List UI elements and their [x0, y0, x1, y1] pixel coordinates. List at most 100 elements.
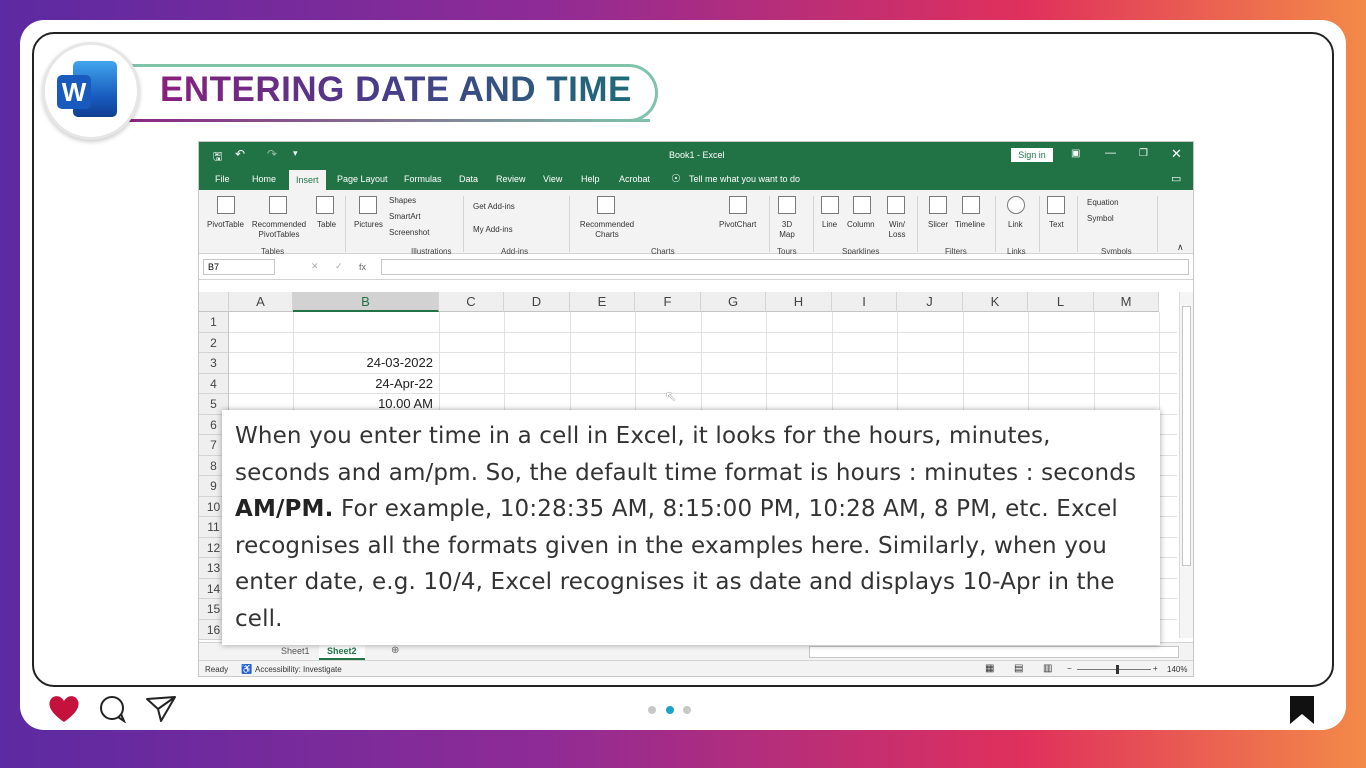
pagination-dot-1[interactable] [648, 706, 656, 714]
horizontal-scrollbar[interactable] [809, 646, 1179, 658]
close-icon[interactable]: ✕ [1171, 146, 1182, 162]
pagination-dot-2[interactable] [666, 706, 674, 714]
row-header[interactable]: 2 [199, 332, 229, 353]
pictures-icon[interactable] [359, 196, 377, 214]
comments-icon[interactable]: ▭ [1171, 172, 1181, 185]
link-button[interactable]: Link [1008, 220, 1023, 229]
vertical-scroll-thumb[interactable] [1182, 306, 1191, 566]
sparkline-line-icon[interactable] [821, 196, 839, 214]
cell-b3[interactable]: 24-03-2022 [293, 353, 437, 373]
text-button[interactable]: Text [1049, 220, 1064, 229]
column-header-a[interactable]: A [229, 292, 293, 312]
menu-formulas[interactable]: Formulas [404, 174, 442, 184]
zoom-level[interactable]: 140% [1167, 665, 1187, 674]
recommended-pivottables-icon[interactable] [269, 196, 287, 214]
recommended-charts-icon[interactable] [597, 196, 615, 214]
column-header-m[interactable]: M [1094, 292, 1159, 312]
menu-view[interactable]: View [543, 174, 562, 184]
zoom-out-icon[interactable]: − [1067, 664, 1072, 673]
add-sheet-icon[interactable]: ⊕ [391, 645, 399, 656]
normal-view-icon[interactable]: ▦ [985, 663, 994, 674]
restore-icon[interactable]: ❐ [1139, 148, 1148, 159]
row-header[interactable]: 3 [199, 353, 229, 374]
slicer-icon[interactable] [929, 196, 947, 214]
sparkline-winloss-button[interactable]: Win/ Loss [885, 220, 909, 240]
zoom-slider-handle[interactable] [1116, 665, 1119, 674]
zoom-in-icon[interactable]: + [1153, 664, 1158, 673]
symbol-button[interactable]: Symbol [1087, 214, 1114, 223]
send-icon[interactable] [145, 695, 177, 723]
formula-input[interactable] [381, 259, 1189, 275]
sparkline-winloss-icon[interactable] [887, 196, 905, 214]
equation-button[interactable]: Equation [1087, 198, 1119, 207]
text-icon[interactable] [1047, 196, 1065, 214]
3d-map-button[interactable]: 3D Map [775, 220, 799, 240]
smartart-button[interactable]: SmartArt [389, 212, 421, 221]
timeline-icon[interactable] [962, 196, 980, 214]
sheet-tab-2[interactable]: Sheet2 [319, 643, 365, 660]
select-all-corner[interactable] [199, 292, 229, 312]
undo-icon[interactable]: ↶ [235, 147, 245, 161]
link-icon[interactable] [1007, 196, 1025, 214]
table-icon[interactable] [316, 196, 334, 214]
sparkline-line-button[interactable]: Line [822, 220, 837, 229]
page-break-view-icon[interactable]: ▥ [1043, 663, 1052, 674]
confirm-entry-icon[interactable]: ✓ [335, 261, 343, 272]
menu-acrobat[interactable]: Acrobat [619, 174, 650, 184]
sparkline-column-icon[interactable] [853, 196, 871, 214]
shapes-button[interactable]: Shapes [389, 196, 416, 205]
sign-in-button[interactable]: Sign in [1011, 148, 1053, 162]
menu-data[interactable]: Data [459, 174, 478, 184]
column-header-b[interactable]: B [293, 292, 439, 312]
column-header-l[interactable]: L [1028, 292, 1094, 312]
pictures-button[interactable]: Pictures [354, 220, 383, 229]
my-addins-button[interactable]: My Add-ins [473, 225, 513, 234]
menu-help[interactable]: Help [581, 174, 600, 184]
zoom-slider[interactable] [1077, 669, 1151, 670]
pivottable-button[interactable]: PivotTable [207, 220, 244, 229]
menu-page-layout[interactable]: Page Layout [337, 174, 388, 184]
save-icon[interactable]: 🖫 [213, 148, 222, 167]
page-layout-view-icon[interactable]: ▤ [1014, 663, 1023, 674]
pagination-dot-3[interactable] [683, 706, 691, 714]
cell-b4[interactable]: 24-Apr-22 [293, 374, 437, 394]
column-header-k[interactable]: K [963, 292, 1028, 312]
column-header-c[interactable]: C [439, 292, 504, 312]
pivotchart-button[interactable]: PivotChart [719, 220, 756, 229]
menu-review[interactable]: Review [496, 174, 526, 184]
sparkline-column-button[interactable]: Column [847, 220, 875, 229]
slicer-button[interactable]: Slicer [928, 220, 948, 229]
column-header-g[interactable]: G [701, 292, 766, 312]
column-header-d[interactable]: D [504, 292, 570, 312]
vertical-scrollbar[interactable] [1179, 292, 1193, 638]
get-addins-button[interactable]: Get Add-ins [473, 202, 515, 211]
column-header-f[interactable]: F [635, 292, 701, 312]
comment-icon[interactable] [98, 695, 128, 723]
minimize-icon[interactable]: — [1105, 147, 1116, 159]
3d-map-icon[interactable] [778, 196, 796, 214]
sheet-tab-1[interactable]: Sheet1 [281, 646, 310, 656]
column-header-j[interactable]: J [897, 292, 963, 312]
menu-insert[interactable]: Insert [289, 170, 326, 190]
pivottable-icon[interactable] [217, 196, 235, 214]
row-header[interactable]: 1 [199, 312, 229, 333]
redo-icon[interactable]: ↷ [267, 147, 277, 161]
collapse-ribbon-icon[interactable]: ∧ [1177, 242, 1184, 253]
qat-customize-icon[interactable]: ▾ [293, 148, 298, 159]
cancel-entry-icon[interactable]: ✕ [311, 261, 319, 272]
heart-icon[interactable] [47, 694, 81, 724]
screenshot-button[interactable]: Screenshot [389, 228, 429, 237]
menu-home[interactable]: Home [252, 174, 276, 184]
ribbon-display-icon[interactable]: ▣ [1071, 148, 1080, 159]
recommended-charts-button[interactable]: Recommended Charts [577, 220, 637, 240]
pivotchart-icon[interactable] [729, 196, 747, 214]
bookmark-icon[interactable] [1289, 695, 1315, 725]
table-button[interactable]: Table [317, 220, 336, 229]
column-header-e[interactable]: E [570, 292, 635, 312]
recommended-pivottables-button[interactable]: Recommended PivotTables [249, 220, 309, 240]
tell-me-search[interactable]: Tell me what you want to do [689, 174, 800, 184]
name-box[interactable]: B7 [203, 259, 275, 275]
column-header-h[interactable]: H [766, 292, 832, 312]
accessibility-status[interactable]: Accessibility: Investigate [255, 665, 342, 674]
insert-function-icon[interactable]: fx [359, 262, 366, 272]
